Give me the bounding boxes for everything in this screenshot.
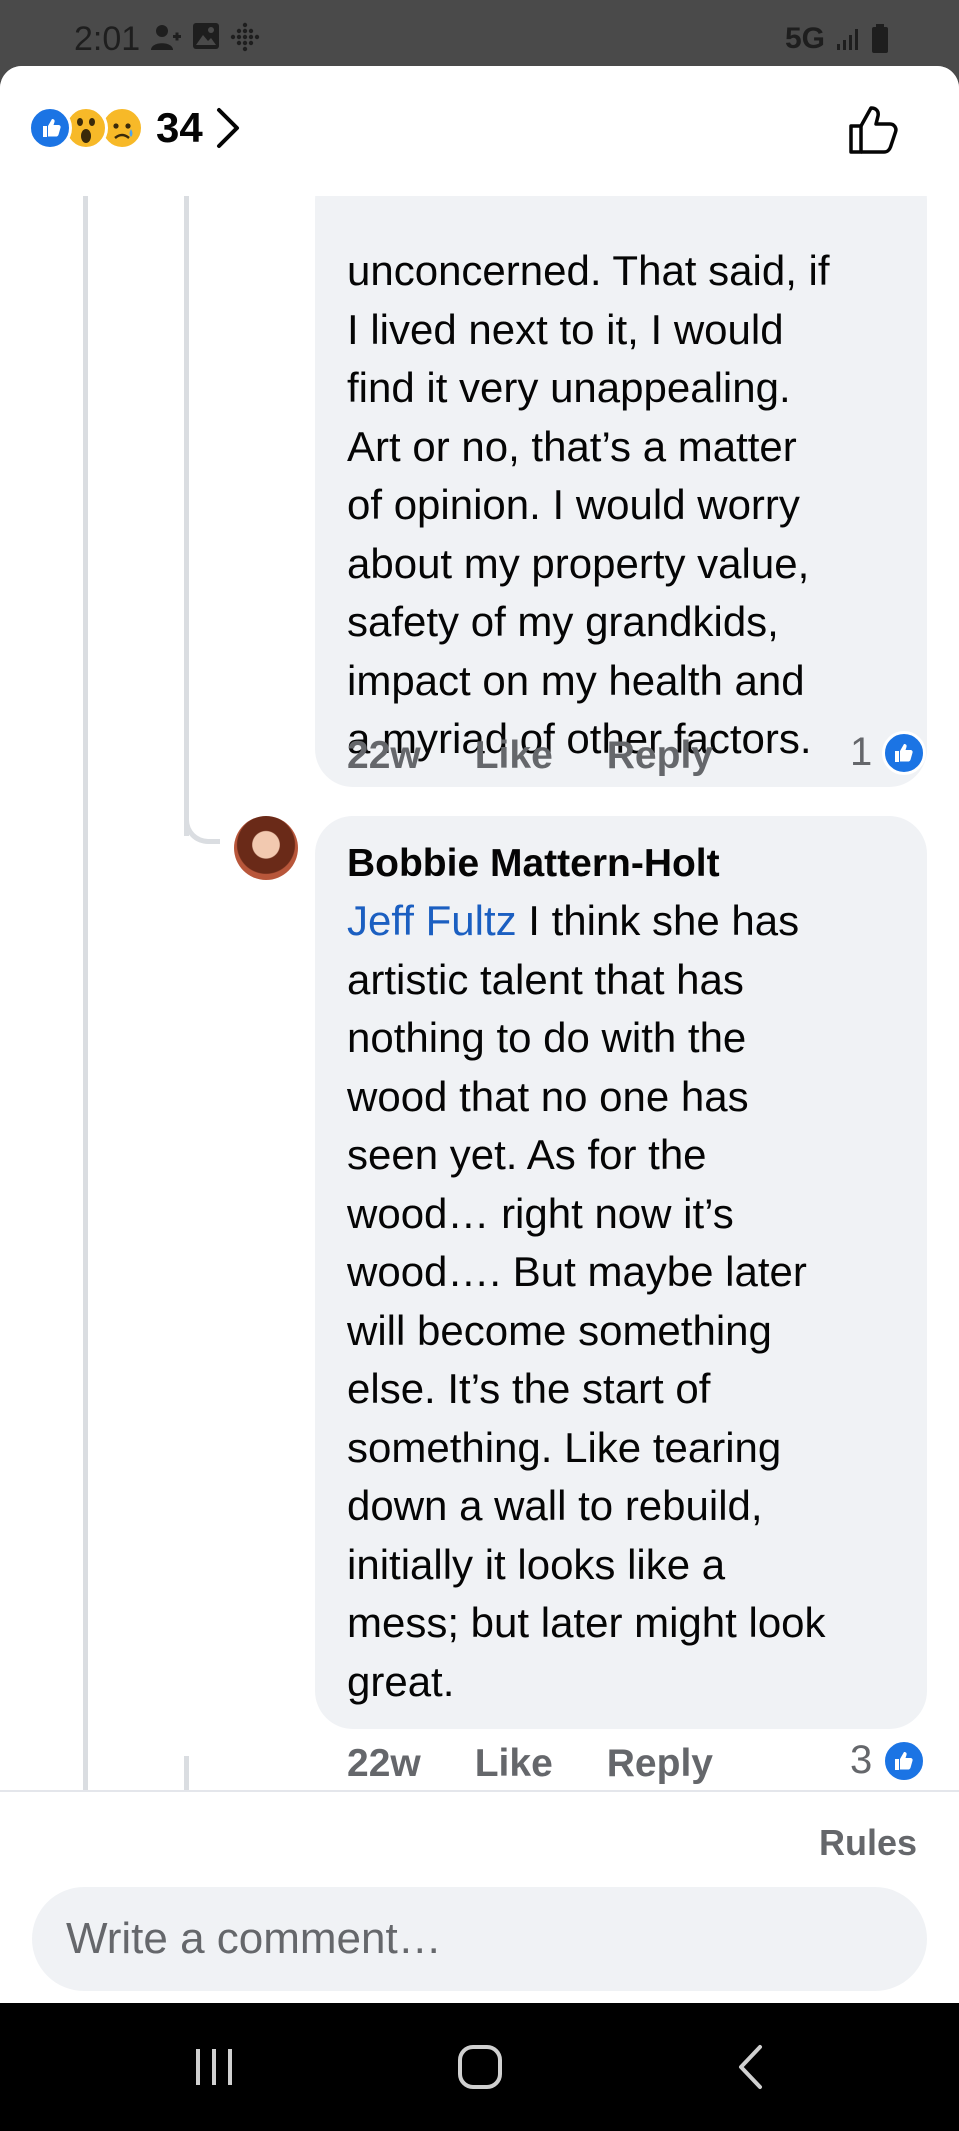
like-post-button[interactable]	[847, 102, 903, 163]
comment-bubble[interactable]: unconcerned. That said, if I lived next …	[315, 162, 927, 787]
status-bar: 2:01 5G	[0, 0, 959, 70]
thread-line-outer	[83, 196, 88, 1790]
comment-like-count[interactable]: 3	[850, 1738, 927, 1783]
like-badge-icon	[882, 730, 927, 775]
comment-text-line: great.	[347, 1657, 455, 1705]
write-comment-input[interactable]	[32, 1887, 927, 1991]
comment-text-span: I think she has	[516, 897, 800, 944]
comment-text-line: safety of my grandkids,	[347, 598, 779, 645]
comment-text-line: down a wall to rebuild,	[347, 1482, 763, 1529]
like-badge-icon	[882, 1738, 927, 1783]
gallery-icon	[193, 23, 219, 49]
comment-text-line: Art or no, that’s a matter	[347, 422, 797, 470]
comment-text-line: wood… right now it’s	[347, 1189, 734, 1237]
comment-like-count[interactable]: 1	[850, 730, 927, 775]
signal-icon	[837, 29, 858, 50]
reply-button[interactable]: Reply	[607, 734, 713, 778]
network-type: 5G	[784, 22, 825, 55]
comment-text-line: of opinion. I would worry	[347, 481, 800, 528]
like-comment-button[interactable]: Like	[475, 734, 553, 778]
chevron-right-icon	[216, 108, 239, 148]
comment-text-line: seen yet. As for the	[347, 1131, 707, 1178]
comment-age: 22w	[347, 734, 421, 777]
comment-actions: 22w Like Reply	[347, 1742, 767, 1786]
comment-age: 22w	[347, 1742, 421, 1785]
reply-button[interactable]: Reply	[607, 1742, 713, 1786]
comment-text-line: wood…. But maybe later	[347, 1248, 807, 1295]
add-contact-icon	[151, 25, 181, 50]
like-count-number: 1	[850, 730, 873, 774]
back-arrow-icon	[739, 2045, 762, 2089]
status-notification-icons	[150, 22, 260, 52]
thread-line-inner-lower	[184, 1756, 189, 1790]
home-icon	[458, 2045, 502, 2089]
comment-actions: 22w Like Reply	[347, 734, 767, 778]
back-button[interactable]	[690, 2003, 810, 2131]
comment-text-line: I lived next to it, I would	[347, 305, 784, 353]
comment-text-line: artistic talent that has	[347, 955, 744, 1003]
battery-icon	[872, 24, 888, 53]
navigation-bar	[0, 2003, 959, 2131]
comment-composer: Rules	[0, 1790, 959, 2003]
recent-apps-icon	[196, 2049, 232, 2085]
comments-sheet: 34 unconcerned. That said, if I lived ne…	[0, 66, 959, 2003]
comment-text-line: else. It’s the start of	[347, 1365, 711, 1412]
avatar[interactable]	[234, 816, 298, 880]
status-time: 2:01	[74, 20, 141, 58]
reaction-count: 34	[156, 104, 203, 151]
mention-link[interactable]: Jeff Fultz	[347, 897, 517, 944]
sheet-header: 34	[0, 66, 959, 196]
comment-text-line: about my property value,	[347, 539, 810, 587]
comment-text-line: initially it looks like a	[347, 1540, 726, 1588]
comment-text-line: wood that no one has	[347, 1072, 749, 1120]
comment-text-line: nothing to do with the	[347, 1014, 747, 1061]
dots-grid-icon	[230, 22, 260, 52]
home-button[interactable]	[420, 2003, 540, 2131]
comment-text-line: mess; but later might look	[347, 1599, 826, 1646]
thumbs-up-outline-icon	[849, 106, 898, 154]
comment-text-line: Jeff Fultz I think she has	[347, 892, 899, 951]
recent-apps-button[interactable]	[154, 2003, 274, 2131]
like-reaction-icon	[28, 106, 72, 150]
comment-text-line: find it very unappealing.	[347, 364, 791, 411]
comment-text-line: unconcerned. That said, if	[347, 247, 830, 294]
reactions-summary[interactable]: 34	[28, 104, 241, 152]
thread-line-inner	[184, 196, 189, 836]
comment-text-line: something. Like tearing	[347, 1423, 782, 1471]
thread-connector	[184, 786, 220, 844]
like-comment-button[interactable]: Like	[475, 1742, 553, 1786]
comment-bubble[interactable]: Bobbie Mattern-Holt Jeff Fultz I think s…	[315, 816, 927, 1729]
comment-text-line: will become something	[347, 1306, 772, 1354]
comment-text-line: impact on my health and	[347, 656, 805, 704]
like-count-number: 3	[850, 1738, 873, 1782]
status-system-icons: 5G	[785, 22, 889, 56]
rules-link[interactable]: Rules	[819, 1822, 917, 1864]
comment-author[interactable]: Bobbie Mattern-Holt	[347, 836, 899, 892]
